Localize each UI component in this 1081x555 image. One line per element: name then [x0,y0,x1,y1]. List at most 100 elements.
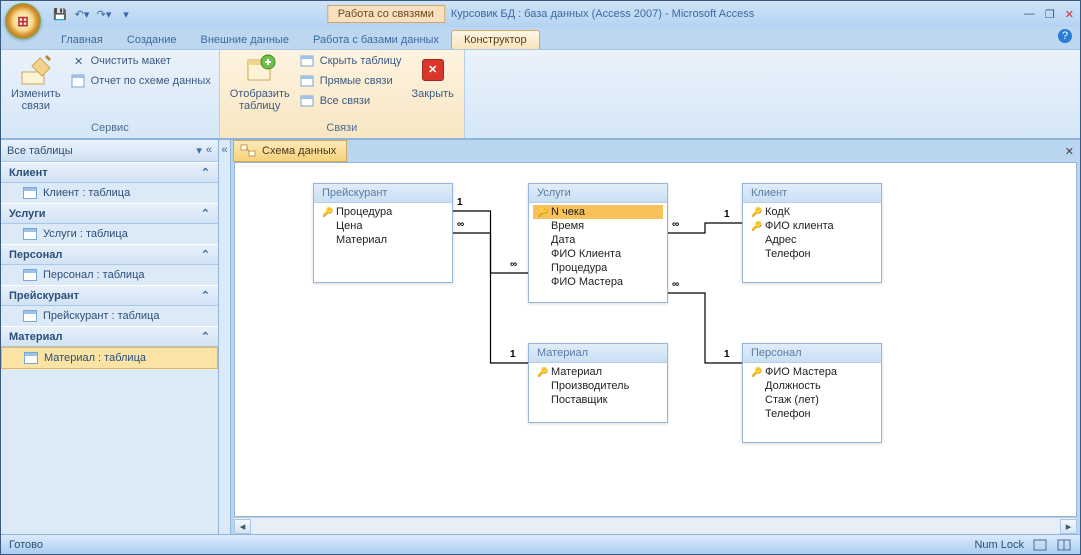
nav-item[interactable]: Материал : таблица [1,347,218,369]
all-rel-icon [300,93,316,109]
hide-table-button[interactable]: Скрыть таблицу [298,52,404,70]
tab-create[interactable]: Создание [115,31,189,49]
show-table-icon [244,54,276,86]
qat-redo-icon[interactable]: ↷▾ [95,5,113,23]
h-scrollbar[interactable]: ◂ ▸ [234,517,1077,534]
field[interactable]: ФИО Клиента [533,247,663,261]
nav-header[interactable]: Все таблицы ▾« [1,140,218,162]
scroll-left-icon[interactable]: ◂ [234,519,251,534]
field[interactable]: Телефон [747,247,877,261]
nav-group-Материал[interactable]: Материал⌃ [1,326,218,347]
key-icon: 🔑 [751,221,761,232]
statusbar: Готово Num Lock [1,534,1080,554]
key-icon: 🔑 [751,367,761,378]
entity-header[interactable]: Услуги [529,184,667,203]
view-icon-2[interactable] [1056,537,1072,553]
help-icon[interactable]: ? [1058,29,1072,43]
qat-save-icon[interactable]: 💾 [51,5,69,23]
chevron-up-icon: ⌃ [201,330,210,343]
field[interactable]: Материал [318,233,448,247]
document-area: Схема данных ✕ Прейскурант🔑ПроцедураЦена… [231,140,1080,534]
nav-pane: Все таблицы ▾« Клиент⌃Клиент : таблицаУс… [1,140,219,534]
doc-tab-schema[interactable]: Схема данных [233,140,347,162]
field[interactable]: 🔑N чека [533,205,663,219]
field[interactable]: 🔑ФИО клиента [747,219,877,233]
table-icon [23,187,37,199]
tab-dbtools[interactable]: Работа с базами данных [301,31,451,49]
ribbon-tabs: Главная Создание Внешние данные Работа с… [1,27,1080,49]
table-icon [23,310,37,322]
field[interactable]: 🔑Материал [533,365,663,379]
office-button[interactable]: ⊞ [5,3,41,39]
chevron-up-icon: ⌃ [201,248,210,261]
relationship-report-button[interactable]: Отчет по схеме данных [69,72,213,90]
nav-group-Клиент[interactable]: Клиент⌃ [1,162,218,183]
field[interactable]: Производитель [533,379,663,393]
entity-Материал[interactable]: Материал 🔑МатериалПроизводительПоставщик [528,343,668,423]
entity-Услуги[interactable]: Услуги 🔑N чекаВремяДатаФИО КлиентаПроцеду… [528,183,668,303]
qat-undo-icon[interactable]: ↶▾ [73,5,91,23]
field[interactable]: Стаж (лет) [747,393,877,407]
context-tab-title: Работа со связями [327,5,445,23]
chevron-up-icon: ⌃ [201,207,210,220]
entity-Прейскурант[interactable]: Прейскурант 🔑ПроцедураЦенаМатериал [313,183,453,283]
nav-group-Персонал[interactable]: Персонал⌃ [1,244,218,265]
field[interactable]: Дата [533,233,663,247]
field[interactable]: 🔑ФИО Мастера [747,365,877,379]
nav-collapse-icon[interactable]: « [206,144,212,157]
close-icon[interactable]: ✕ [1065,8,1074,21]
entity-header[interactable]: Материал [529,344,667,363]
window-title: Курсовик БД : база данных (Access 2007) … [451,8,754,20]
field[interactable]: 🔑Процедура [318,205,448,219]
maximize-icon[interactable]: ❐ [1045,8,1055,21]
body: Все таблицы ▾« Клиент⌃Клиент : таблицаУс… [1,139,1080,534]
nav-dropdown-icon[interactable]: ▾ [196,144,202,157]
entity-header[interactable]: Прейскурант [314,184,452,203]
show-table-button[interactable]: Отобразить таблицу [226,52,294,114]
nav-group-Прейскурант[interactable]: Прейскурант⌃ [1,285,218,306]
entity-header[interactable]: Клиент [743,184,881,203]
tab-home[interactable]: Главная [49,31,115,49]
table-icon [23,269,37,281]
clear-icon: ✕ [71,53,87,69]
table-icon [23,228,37,240]
clear-layout-button[interactable]: ✕Очистить макет [69,52,213,70]
scroll-right-icon[interactable]: ▸ [1060,519,1077,534]
tab-design[interactable]: Конструктор [451,30,540,49]
field[interactable]: ФИО Мастера [533,275,663,289]
app-window: ⊞ 💾 ↶▾ ↷▾ ▾ Работа со связями Курсовик Б… [0,0,1081,555]
field[interactable]: Поставщик [533,393,663,407]
view-icon-1[interactable] [1032,537,1048,553]
edit-relationships-icon [20,54,52,86]
qat-customize-icon[interactable]: ▾ [117,5,135,23]
nav-item[interactable]: Персонал : таблица [1,265,218,285]
nav-item[interactable]: Услуги : таблица [1,224,218,244]
key-icon: 🔑 [322,207,332,218]
shutter-bar[interactable]: « [219,140,231,534]
relationships-canvas[interactable]: Прейскурант🔑ПроцедураЦенаМатериалУслуги🔑… [234,162,1077,517]
hide-table-icon [300,53,316,69]
field[interactable]: Должность [747,379,877,393]
field[interactable]: Телефон [747,407,877,421]
tab-external[interactable]: Внешние данные [189,31,301,49]
direct-relationships-button[interactable]: Прямые связи [298,72,404,90]
field[interactable]: Время [533,219,663,233]
edit-relationships-button[interactable]: Изменить связи [7,52,65,114]
all-relationships-button[interactable]: Все связи [298,92,404,110]
field[interactable]: 🔑КодК [747,205,877,219]
entity-Персонал[interactable]: Персонал 🔑ФИО МастераДолжностьСтаж (лет)Т… [742,343,882,443]
minimize-icon[interactable]: — [1024,8,1035,21]
close-button[interactable]: ✕ Закрыть [408,52,458,102]
nav-item[interactable]: Клиент : таблица [1,183,218,203]
entity-header[interactable]: Персонал [743,344,881,363]
field[interactable]: Цена [318,219,448,233]
field[interactable]: Процедура [533,261,663,275]
nav-group-Услуги[interactable]: Услуги⌃ [1,203,218,224]
doc-close-icon[interactable]: ✕ [1065,145,1074,158]
field[interactable]: Адрес [747,233,877,247]
key-icon: 🔑 [751,207,761,218]
entity-Клиент[interactable]: Клиент 🔑КодК🔑ФИО клиентаАдресТелефон [742,183,882,283]
key-icon: 🔑 [537,207,547,218]
nav-item[interactable]: Прейскурант : таблица [1,306,218,326]
direct-rel-icon [300,73,316,89]
